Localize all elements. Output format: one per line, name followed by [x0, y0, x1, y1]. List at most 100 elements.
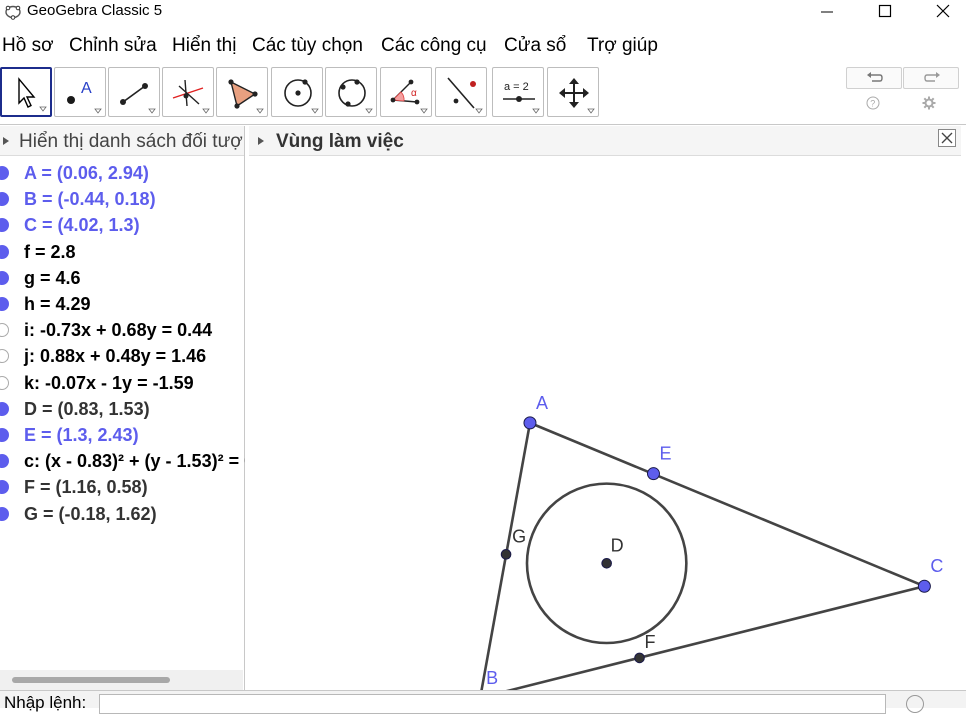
menu-edit[interactable]: Chỉnh sửa — [69, 35, 157, 57]
point-label-D: D — [611, 535, 624, 555]
menu-tools[interactable]: Các công cụ — [381, 35, 487, 57]
menu-help[interactable]: Trợ giúp — [587, 35, 658, 57]
algebra-view-header[interactable]: Hiển thị danh sách đối tượng — [0, 126, 244, 156]
slider-icon: a = 2 — [503, 81, 540, 114]
algebra-item[interactable]: i: -0.73x + 0.68y = 0.44 — [0, 318, 245, 342]
gear-icon[interactable] — [922, 96, 936, 110]
point-C[interactable] — [917, 579, 931, 593]
move-tool-button[interactable] — [0, 67, 52, 117]
point-label-F: F — [645, 632, 656, 652]
visibility-toggle[interactable] — [0, 270, 9, 285]
algebra-horizontal-scrollbar[interactable] — [0, 670, 243, 690]
close-view-button[interactable] — [938, 129, 956, 147]
close-window-button[interactable] — [914, 0, 966, 22]
polygon-tool-button[interactable] — [216, 67, 268, 117]
visibility-toggle[interactable] — [0, 375, 9, 390]
circle-center-icon — [284, 79, 319, 114]
maximize-button[interactable] — [856, 0, 914, 22]
command-input[interactable] — [99, 694, 886, 714]
visibility-toggle[interactable] — [0, 349, 9, 364]
reflect-line-icon — [447, 77, 483, 114]
minimize-button[interactable] — [798, 0, 856, 22]
visibility-toggle[interactable] — [0, 401, 9, 416]
algebra-item[interactable]: C = (4.02, 1.3) — [0, 213, 245, 237]
visibility-toggle[interactable] — [0, 480, 9, 495]
point-tool-label: A — [81, 80, 92, 97]
input-help-icon[interactable] — [906, 695, 924, 713]
visibility-toggle[interactable] — [0, 428, 9, 442]
algebra-item[interactable]: A = (0.06, 2.94) — [0, 161, 245, 185]
visibility-toggle[interactable] — [0, 506, 9, 521]
circle-center-tool-button[interactable] — [271, 67, 323, 117]
redo-icon — [924, 72, 940, 82]
visibility-toggle[interactable] — [0, 192, 9, 207]
algebra-item[interactable]: E = (1.3, 2.43) — [0, 423, 245, 447]
segment-BC[interactable] — [480, 584, 925, 690]
point-label-G: G — [512, 526, 526, 546]
close-icon — [936, 4, 950, 18]
scrollbar-thumb[interactable] — [12, 677, 170, 683]
algebra-item-text: C = (4.02, 1.3) — [24, 215, 140, 236]
collapse-arrow-icon[interactable] — [3, 137, 9, 145]
algebra-item-text: E = (1.3, 2.43) — [24, 425, 139, 445]
redo-button[interactable] — [903, 67, 959, 89]
algebra-item[interactable]: B = (-0.44, 0.18) — [0, 187, 245, 211]
algebra-item-text: F = (1.16, 0.58) — [24, 477, 148, 498]
algebra-item[interactable]: g = 4.6 — [0, 266, 245, 290]
visibility-toggle[interactable] — [0, 454, 9, 469]
perpendicular-tool-button[interactable] — [162, 67, 214, 117]
visibility-toggle[interactable] — [0, 244, 9, 259]
slider-tool-button[interactable]: a = 2 — [492, 67, 544, 117]
algebra-item[interactable]: j: 0.88x + 0.48y = 1.46 — [0, 344, 245, 368]
undo-icon — [867, 72, 883, 82]
angle-tool-button[interactable]: α — [380, 67, 432, 117]
menu-file[interactable]: Hồ sơ — [2, 35, 54, 57]
point-tool-button[interactable]: A — [54, 67, 106, 117]
segment-tool-button[interactable] — [108, 67, 160, 117]
help-icon[interactable]: ? — [866, 96, 880, 110]
geogebra-app-icon — [5, 5, 21, 20]
algebra-item-text: k: -0.07x - 1y = -1.59 — [24, 372, 194, 393]
collapse-arrow-icon[interactable] — [258, 137, 264, 145]
visibility-toggle[interactable] — [0, 218, 9, 233]
input-bar: Nhập lệnh: — [0, 690, 966, 714]
circle-three-points-tool-button[interactable] — [325, 67, 377, 117]
algebra-item[interactable]: c: (x - 0.83)² + (y - 1.53)² = 0.64 — [0, 449, 245, 473]
algebra-item-text: G = (-0.18, 1.62) — [24, 503, 157, 524]
slider-tool-label: a = 2 — [504, 81, 529, 93]
visibility-toggle[interactable] — [0, 297, 9, 311]
algebra-item-text: A = (0.06, 2.94) — [24, 163, 149, 183]
graphics-view-title: Vùng làm việc — [276, 131, 404, 152]
visibility-toggle[interactable] — [0, 166, 9, 180]
algebra-item[interactable]: D = (0.83, 1.53) — [0, 397, 245, 421]
algebra-item[interactable]: f = 2.8 — [0, 240, 245, 264]
graphics-view-header[interactable]: Vùng làm việc — [249, 126, 961, 156]
algebra-item-text: g = 4.6 — [24, 267, 81, 288]
polygon-icon — [228, 79, 264, 114]
graphics-canvas[interactable]: A B C D E F G — [249, 156, 961, 690]
menu-window[interactable]: Cửa sổ — [504, 35, 566, 57]
point-G[interactable] — [500, 549, 512, 560]
point-label-C: C — [930, 556, 943, 576]
algebra-item[interactable]: k: -0.07x - 1y = -1.59 — [0, 371, 245, 395]
visibility-toggle[interactable] — [0, 323, 9, 338]
menu-view[interactable]: Hiển thị — [172, 35, 236, 57]
algebra-item[interactable]: F = (1.16, 0.58) — [0, 475, 245, 499]
point-D[interactable] — [601, 558, 612, 569]
algebra-item[interactable]: G = (-0.18, 1.62) — [0, 502, 245, 526]
algebra-view-title: Hiển thị danh sách đối tượng — [19, 131, 244, 152]
algebra-item-text: j: 0.88x + 0.48y = 1.46 — [24, 346, 207, 367]
point-E[interactable] — [646, 467, 660, 481]
input-bar-label: Nhập lệnh: — [4, 693, 87, 712]
algebra-item[interactable]: h = 4.29 — [0, 292, 245, 316]
menu-options[interactable]: Các tùy chọn — [252, 35, 363, 57]
reflect-tool-button[interactable] — [435, 67, 487, 117]
point-F[interactable] — [634, 652, 645, 664]
menu-bar: Hồ sơ Chỉnh sửa Hiển thị Các tùy chọn Cá… — [0, 30, 966, 62]
segment-CA[interactable] — [529, 421, 925, 588]
point-A[interactable] — [523, 416, 537, 430]
move-graphics-view-tool-button[interactable] — [547, 67, 599, 117]
angle-icon: α — [390, 79, 428, 114]
algebra-item-text: B = (-0.44, 0.18) — [24, 189, 156, 210]
undo-button[interactable] — [846, 67, 902, 89]
